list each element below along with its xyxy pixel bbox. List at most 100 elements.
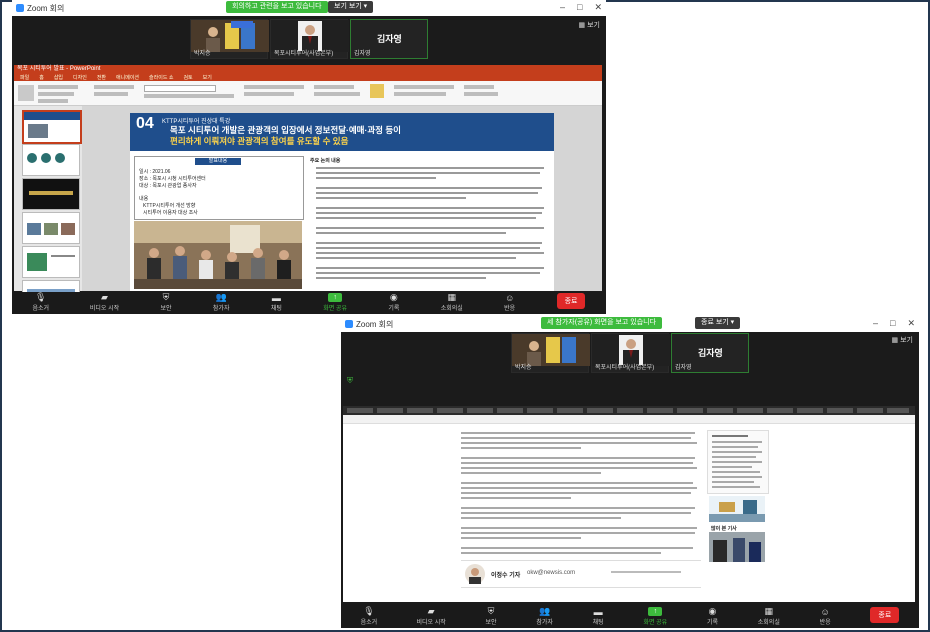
tool-label: 반응	[504, 306, 516, 312]
participant-tile[interactable]: 박지승	[190, 19, 269, 59]
browser-tab[interactable]	[887, 408, 909, 413]
reporter-email[interactable]: okw@newsis.com	[527, 570, 575, 576]
security-button[interactable]: ⛨ 보안	[160, 292, 172, 312]
sidebar-news-photo[interactable]	[709, 532, 765, 562]
reactions-button[interactable]: ☺ 반응	[504, 293, 516, 313]
ribbon-tab[interactable]: 보기	[203, 74, 212, 81]
browser-tab[interactable]	[587, 408, 613, 413]
participant-tile[interactable]: 목포시티투어(사업본부)	[591, 333, 670, 373]
maximize-icon[interactable]: □	[890, 318, 895, 329]
record-button[interactable]: ◉ 기록	[388, 292, 400, 312]
browser-tab[interactable]	[467, 408, 493, 413]
sharing-banner[interactable]: 회의하고 관련을 보고 있습니다	[226, 1, 328, 13]
participant-tile[interactable]: 목포시티투어(사업본부)	[270, 19, 349, 59]
slide-title-line-2: 편리하게 이뤄져야 관광객의 참여를 유도할 수 있음	[170, 136, 349, 146]
start-video-button[interactable]: ▰ 비디오 시작	[90, 292, 119, 312]
participant-big-name: 김자영	[698, 348, 723, 358]
overview-item: KTTP시티투어 개선 방향	[143, 203, 196, 209]
slide-thumbnail[interactable]	[22, 212, 80, 244]
browser-tab[interactable]	[797, 408, 823, 413]
ribbon-tab[interactable]: 검토	[183, 74, 192, 81]
participant-tile[interactable]: 박지승	[511, 333, 590, 373]
browser-tab[interactable]	[677, 408, 703, 413]
slide-thumbnail[interactable]	[22, 144, 80, 176]
breakout-rooms-button[interactable]: ▦ 소회의실	[440, 292, 463, 312]
ribbon-tab[interactable]: 전환	[97, 74, 106, 81]
address-bar[interactable]	[343, 415, 915, 424]
chat-button[interactable]: ▬ 채팅	[592, 607, 604, 627]
slide-thumbnail[interactable]	[22, 246, 80, 278]
browser-tab[interactable]	[617, 408, 643, 413]
browser-tab[interactable]	[377, 408, 403, 413]
browser-tab[interactable]	[857, 408, 883, 413]
end-meeting-button[interactable]: 종료	[870, 607, 900, 623]
minimize-icon[interactable]: –	[560, 2, 565, 13]
security-button[interactable]: ⛨ 보안	[485, 606, 497, 626]
view-options-button[interactable]: 종료 보기 ▾	[695, 317, 741, 329]
sidebar-link-box	[707, 430, 769, 494]
tool-label: 반응	[819, 620, 831, 626]
zoom-window-1: Zoom 회의 회의하고 관련을 보고 있습니다 보기 보기 ▾ – □ ✕ ▦…	[12, 0, 606, 314]
titlebar: Zoom 회의 회의하고 관련을 보고 있습니다 보기 보기 ▾ – □ ✕	[12, 0, 606, 16]
chat-button[interactable]: ▬ 채팅	[270, 293, 282, 313]
slide-title-line-1: 목포 시티투어 개발은 관광객의 입장에서 정보전달·예매·과정 등이	[170, 125, 401, 135]
browser-tab[interactable]	[437, 408, 463, 413]
share-screen-button[interactable]: ↑ 화면 공유	[643, 607, 667, 626]
encryption-shield-icon: ⛨	[347, 376, 353, 385]
browser-tab[interactable]	[707, 408, 733, 413]
end-meeting-button[interactable]: 종료	[556, 293, 586, 309]
overview-item: 대상 : 목포시 관광업 종사자	[139, 183, 197, 189]
ribbon-tab[interactable]: 홈	[39, 74, 44, 81]
participant-name: 목포시티투어(사업본부)	[274, 51, 334, 57]
share-screen-button[interactable]: ↑ 화면 공유	[323, 293, 347, 312]
browser-tab[interactable]	[647, 408, 673, 413]
mute-button[interactable]: 🎙 음소거	[32, 292, 49, 312]
tool-label: 기록	[706, 620, 718, 626]
browser-tab[interactable]	[407, 408, 433, 413]
participant-tile[interactable]: 김자영 김자영	[350, 19, 428, 59]
ppt-ribbon-tabs: 파일 홈 삽입 디자인 전환 애니메이션 슬라이드 쇼 검토 보기	[14, 74, 602, 81]
view-options-button[interactable]: 보기 보기 ▾	[328, 1, 374, 13]
record-button[interactable]: ◉ 기록	[706, 606, 718, 626]
participants-button[interactable]: 👥 참가자	[213, 292, 230, 312]
browser-tab[interactable]	[737, 408, 763, 413]
close-icon[interactable]: ✕	[594, 2, 602, 13]
browser-tab[interactable]	[767, 408, 793, 413]
slide-thumbnail[interactable]	[22, 110, 82, 144]
ribbon-tab[interactable]: 애니메이션	[116, 74, 139, 81]
ribbon-tab[interactable]: 파일	[20, 74, 29, 81]
record-icon: ◉	[708, 606, 717, 616]
maximize-icon[interactable]: □	[577, 2, 582, 13]
browser-tab[interactable]	[497, 408, 523, 413]
close-icon[interactable]: ✕	[907, 318, 915, 329]
discussion-header: 주요 논의 내용	[310, 158, 341, 164]
minimize-icon[interactable]: –	[873, 318, 878, 329]
overview-item: 시티투어 이용자 대상 조사	[143, 210, 198, 216]
sharing-banner[interactable]: 세 참가자(공유) 화면을 보고 있습니다	[541, 317, 663, 329]
window-controls: – □ ✕	[560, 2, 602, 13]
tool-label: 소회의실	[440, 306, 463, 312]
reactions-button[interactable]: ☺ 반응	[819, 607, 831, 627]
participant-tile[interactable]: 김자영 김자영	[671, 333, 749, 373]
tool-label: 참가자	[536, 620, 553, 626]
browser-tab[interactable]	[557, 408, 583, 413]
meeting-toolbar: 🎙 음소거 ▰ 비디오 시작 ⛨ 보안 👥 참가자 ▬ 채팅 ↑ 화면 공유 ◉ 기록 ▦ 소회…	[341, 604, 919, 628]
browser-tab[interactable]	[347, 408, 373, 413]
breakout-rooms-button[interactable]: ▦ 소회의실	[758, 606, 780, 626]
participants-button[interactable]: 👥 참가자	[536, 606, 553, 626]
participants-icon: 👥	[215, 292, 227, 302]
ribbon-tab[interactable]: 삽입	[54, 74, 63, 81]
sidebar-ad-image[interactable]	[709, 496, 765, 522]
start-video-button[interactable]: ▰ 비디오 시작	[416, 606, 445, 626]
slide-thumbnail[interactable]	[22, 178, 80, 210]
ribbon-tab[interactable]: 디자인	[73, 74, 87, 81]
browser-tab[interactable]	[527, 408, 553, 413]
browser-tab[interactable]	[827, 408, 853, 413]
reporter-avatar	[465, 564, 485, 584]
tool-label: 음소거	[360, 620, 378, 626]
mute-button[interactable]: 🎙 음소거	[360, 606, 378, 626]
ribbon-tab[interactable]: 슬라이드 쇼	[149, 74, 173, 81]
overview-box-header: 발표내용	[195, 158, 241, 165]
participant-name: 박지승	[194, 51, 211, 57]
paste-icon[interactable]	[18, 85, 34, 101]
